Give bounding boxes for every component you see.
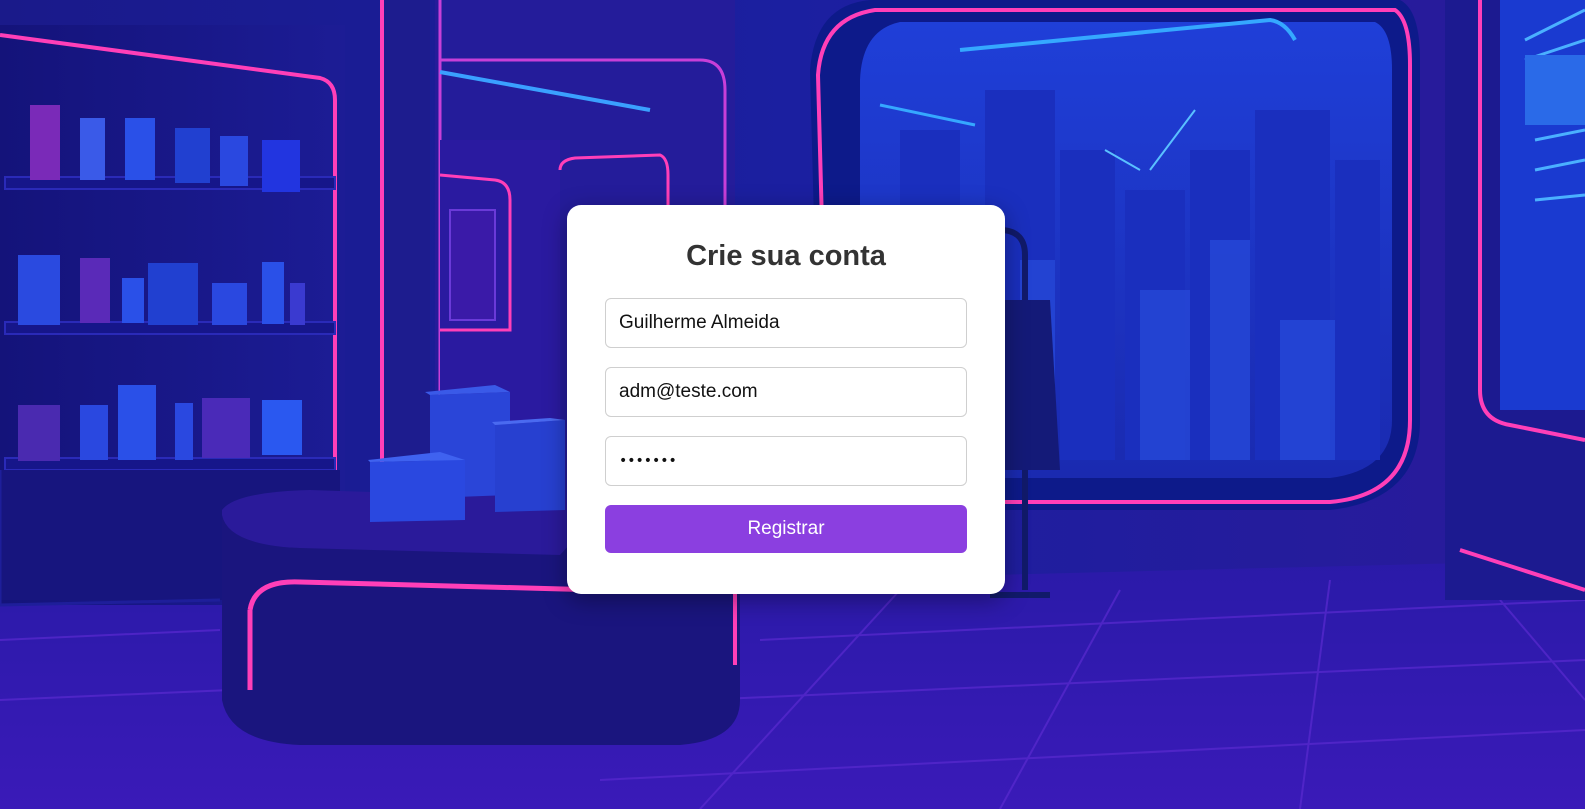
form-title: Crie sua conta bbox=[686, 240, 886, 272]
password-input[interactable] bbox=[605, 436, 967, 486]
page: Crie sua conta Registrar bbox=[0, 0, 1585, 809]
email-input[interactable] bbox=[605, 367, 967, 417]
signup-card: Crie sua conta Registrar bbox=[567, 205, 1005, 594]
register-button[interactable]: Registrar bbox=[605, 505, 967, 553]
name-input[interactable] bbox=[605, 298, 967, 348]
